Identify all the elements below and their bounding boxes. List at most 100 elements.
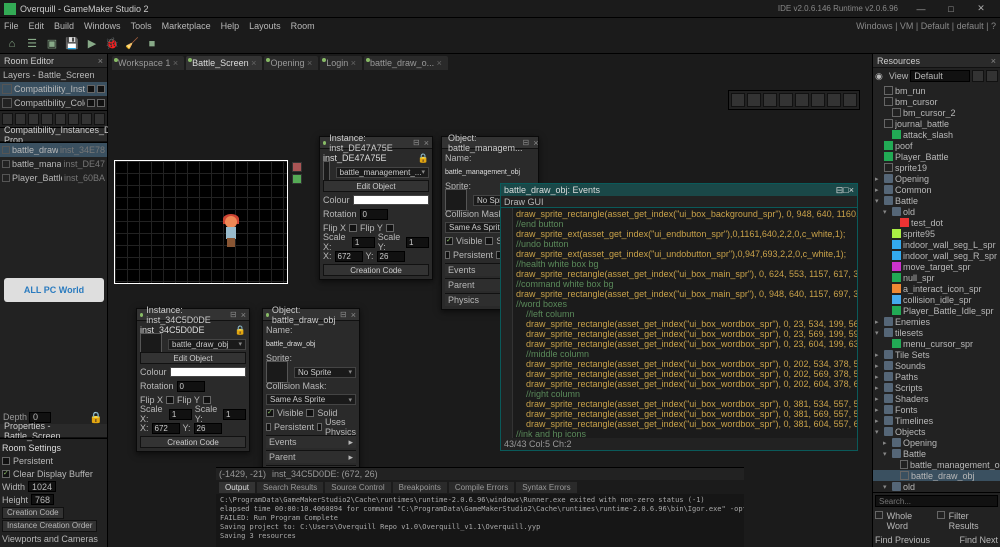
solid-checkbox[interactable]	[485, 237, 493, 245]
tree-item[interactable]: ▸Scripts	[873, 382, 1000, 393]
scalex-input[interactable]: 1	[169, 409, 192, 420]
layer-delete-icon[interactable]	[94, 113, 105, 125]
tree-item[interactable]: move_target_spr	[873, 261, 1000, 272]
canvas-icon[interactable]	[795, 93, 809, 107]
instance-inspector-1[interactable]: Instance: inst_DE47A75E⊟× inst_DE47A75E🔒…	[319, 136, 433, 280]
zoom-out-icon[interactable]	[763, 93, 777, 107]
physics-checkbox[interactable]	[317, 423, 322, 431]
output-text[interactable]: C:\ProgramData\GameMakerStudio2\Cache\ru…	[216, 494, 744, 547]
layer-row[interactable]: Compatibility_Colour	[0, 96, 107, 110]
colour-picker[interactable]	[353, 195, 429, 205]
scaley-input[interactable]: 1	[223, 409, 246, 420]
menu-room[interactable]: Room	[291, 21, 315, 31]
events-section[interactable]: Events	[448, 265, 476, 275]
tree-item[interactable]: ▸Opening	[873, 437, 1000, 448]
parent-section[interactable]: Parent	[269, 452, 296, 462]
object-inspector-2[interactable]: Object: battle_draw_obj⊟× Name: battle_d…	[262, 308, 360, 467]
tree-item[interactable]: battle_draw_obj	[873, 470, 1000, 481]
expand-icon[interactable]: ▸	[348, 452, 353, 463]
zoom-fit-icon[interactable]	[779, 93, 793, 107]
minimize-button[interactable]: —	[906, 0, 936, 18]
tree-item[interactable]: indoor_wall_seg_R_spr	[873, 250, 1000, 261]
layer-tool-icon[interactable]	[81, 113, 92, 125]
find-next-button[interactable]: Find Next	[959, 535, 998, 545]
flipy-checkbox[interactable]	[386, 224, 394, 232]
tree-item[interactable]: test_dot	[873, 217, 1000, 228]
canvas-icon[interactable]	[811, 93, 825, 107]
scalex-input[interactable]: 1	[352, 237, 375, 248]
persistent-checkbox[interactable]	[2, 457, 10, 465]
height-input[interactable]: 768	[31, 494, 54, 505]
tree-item[interactable]: ▸Enemies	[873, 316, 1000, 327]
flipy-checkbox[interactable]	[203, 396, 211, 404]
tree-item[interactable]: sprite95	[873, 228, 1000, 239]
tree-item[interactable]: ▾Battle	[873, 448, 1000, 459]
persistent-checkbox[interactable]	[266, 423, 271, 431]
solid-checkbox[interactable]	[306, 409, 314, 417]
tree-item[interactable]: a_interact_icon_spr	[873, 283, 1000, 294]
minimize-icon[interactable]: ⊟	[836, 185, 844, 196]
search-input[interactable]	[875, 495, 998, 507]
colour-picker[interactable]	[170, 367, 246, 377]
tree-item[interactable]: ▾old	[873, 481, 1000, 492]
scaley-input[interactable]: 1	[406, 237, 429, 248]
creation-code-button[interactable]: Creation Code	[140, 436, 246, 448]
add-button[interactable]	[972, 70, 984, 82]
workspace-tab[interactable]: Opening ×	[264, 56, 318, 70]
tree-item[interactable]: ▸Fonts	[873, 404, 1000, 415]
room-editor-close-icon[interactable]: ×	[98, 56, 103, 66]
pin-icon[interactable]: ⊟	[523, 138, 530, 147]
tree-item[interactable]: ▾tilesets	[873, 327, 1000, 338]
more-button[interactable]	[986, 70, 998, 82]
tree-item[interactable]: ▸Opening	[873, 173, 1000, 184]
run-button[interactable]: ▶	[84, 36, 100, 52]
tree-item[interactable]: bm_cursor	[873, 96, 1000, 107]
close-icon[interactable]: ×	[424, 138, 429, 148]
instance-inspector-2[interactable]: Instance: inst_34C5D0DE⊟× inst_34C5D0DE🔒…	[136, 308, 250, 452]
close-icon[interactable]: ×	[533, 138, 538, 148]
persistent-checkbox[interactable]	[445, 251, 450, 259]
tree-item[interactable]: bm_cursor_2	[873, 107, 1000, 118]
x-input[interactable]: 672	[152, 423, 180, 434]
events-section[interactable]: Events	[269, 437, 297, 447]
layer-tool-icon[interactable]	[68, 113, 79, 125]
instance-row[interactable]: battle_draw_objinst_34E78	[0, 143, 107, 157]
lock-icon[interactable]: 🔒	[418, 153, 429, 164]
play-icon[interactable]	[827, 93, 841, 107]
tree-item[interactable]: attack_slash	[873, 129, 1000, 140]
canvas-icon[interactable]	[843, 93, 857, 107]
sprite-select[interactable]: battle_management_...	[336, 167, 429, 178]
tree-item[interactable]: bm_run	[873, 85, 1000, 96]
tree-item[interactable]: menu_cursor_spr	[873, 338, 1000, 349]
tree-item[interactable]: ▸Paths	[873, 371, 1000, 382]
workspace-tab[interactable]: Login ×	[320, 56, 362, 70]
output-tab[interactable]: Breakpoints	[393, 482, 447, 493]
creation-code-button[interactable]: Creation Code	[2, 507, 64, 519]
menu-windows[interactable]: Windows	[84, 21, 121, 31]
workspace-tab[interactable]: battle_draw_o... ×	[364, 56, 448, 70]
filter-checkbox[interactable]	[937, 511, 945, 519]
output-tab[interactable]: Search Results	[257, 482, 323, 493]
instance-row[interactable]: battle_management_objinst_DE47	[0, 157, 107, 171]
flipx-checkbox[interactable]	[349, 224, 357, 232]
instance-marker[interactable]	[292, 162, 302, 172]
width-input[interactable]: 1024	[28, 481, 56, 492]
resources-close-icon[interactable]: ×	[991, 56, 996, 66]
pin-icon[interactable]: ⊟	[413, 138, 420, 147]
menu-tools[interactable]: Tools	[131, 21, 152, 31]
grid-icon[interactable]	[731, 93, 745, 107]
rotation-input[interactable]: 0	[177, 381, 205, 392]
pin-icon[interactable]: ⊟	[340, 310, 347, 319]
menu-edit[interactable]: Edit	[29, 21, 45, 31]
sprite-select[interactable]: No Sprite	[294, 367, 356, 378]
close-button[interactable]: ✕	[966, 0, 996, 18]
layer-tool-icon[interactable]	[15, 113, 26, 125]
stop-button[interactable]: ■	[144, 36, 160, 52]
layer-tool-icon[interactable]	[55, 113, 66, 125]
tree-item[interactable]: poof	[873, 140, 1000, 151]
parent-section[interactable]: Parent	[448, 280, 475, 290]
zoom-in-icon[interactable]	[747, 93, 761, 107]
menu-layouts[interactable]: Layouts	[249, 21, 281, 31]
x-input[interactable]: 672	[335, 251, 363, 262]
tree-item[interactable]: ▸Tile Sets	[873, 349, 1000, 360]
